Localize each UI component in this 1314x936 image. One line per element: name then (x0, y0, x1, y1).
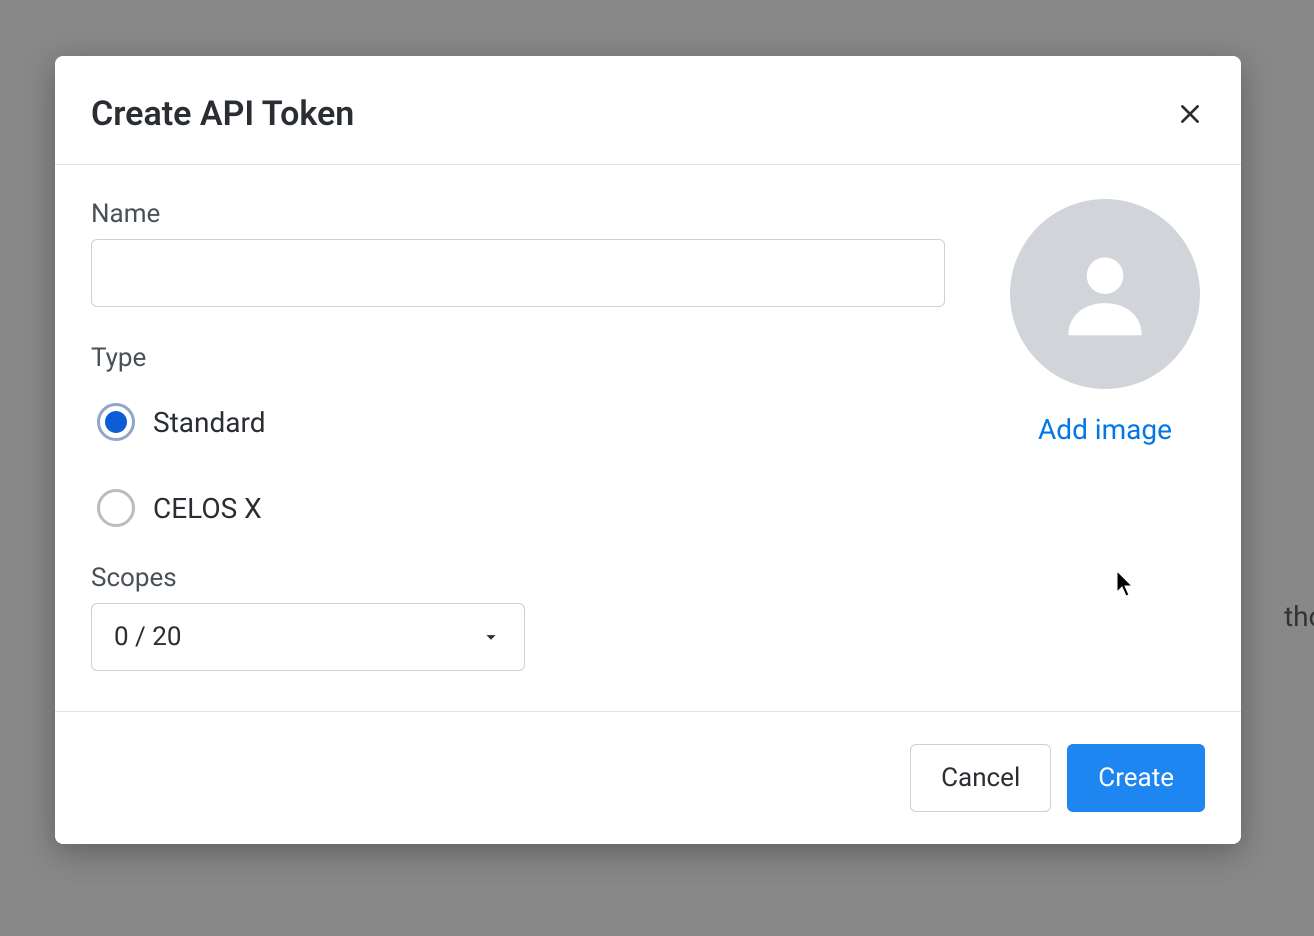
radio-circle-icon (97, 403, 135, 441)
scopes-value: 0 / 20 (114, 622, 181, 652)
name-input[interactable] (91, 239, 945, 307)
radio-label-standard: Standard (153, 406, 266, 439)
modal-header: Create API Token (55, 56, 1241, 165)
type-field-group: Type Standard CELOS X (91, 343, 945, 527)
radio-option-standard[interactable]: Standard (97, 403, 945, 441)
radio-circle-icon (97, 489, 135, 527)
create-api-token-modal: Create API Token Name Type (55, 56, 1241, 844)
add-image-link[interactable]: Add image (1038, 413, 1172, 446)
modal-footer: Cancel Create (55, 711, 1241, 844)
modal-body: Name Type Standard CELOS X (55, 165, 1241, 711)
background-text: thor (1284, 600, 1314, 633)
radio-label-celosx: CELOS X (153, 492, 262, 525)
scopes-select[interactable]: 0 / 20 (91, 603, 525, 671)
scopes-field-group: Scopes 0 / 20 (91, 563, 945, 671)
type-label: Type (91, 343, 945, 373)
name-field-group: Name (91, 199, 945, 307)
close-button[interactable] (1175, 99, 1205, 129)
close-icon (1177, 101, 1203, 127)
create-button[interactable]: Create (1067, 744, 1205, 812)
radio-dot-icon (105, 411, 127, 433)
chevron-down-icon (480, 626, 502, 648)
name-label: Name (91, 199, 945, 229)
scopes-label: Scopes (91, 563, 945, 593)
modal-title: Create API Token (91, 94, 354, 134)
form-column: Name Type Standard CELOS X (91, 199, 945, 671)
avatar-placeholder (1010, 199, 1200, 389)
type-radio-group: Standard CELOS X (91, 383, 945, 527)
radio-option-celosx[interactable]: CELOS X (97, 489, 945, 527)
image-column: Add image (1005, 199, 1205, 671)
user-icon (1050, 239, 1160, 349)
cancel-button[interactable]: Cancel (910, 744, 1051, 812)
